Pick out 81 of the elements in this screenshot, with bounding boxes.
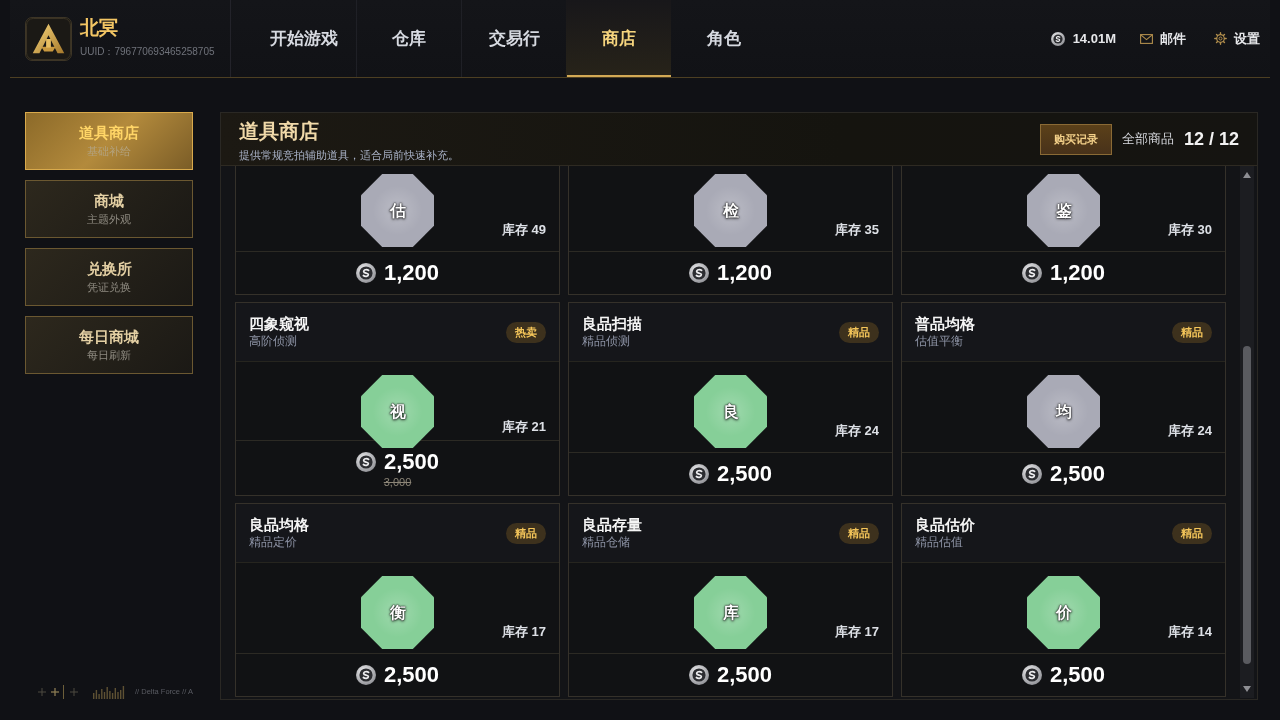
item-tag: 精品 bbox=[839, 523, 879, 544]
coin-icon bbox=[688, 262, 709, 283]
coin-icon bbox=[1050, 31, 1065, 46]
scroll-down-icon bbox=[1243, 686, 1251, 692]
scrollbar-thumb[interactable] bbox=[1243, 346, 1251, 664]
item-description: 估值平衡 bbox=[915, 334, 964, 349]
purchase-history-button[interactable]: 购买记录 bbox=[1039, 123, 1112, 155]
coin-icon bbox=[1021, 262, 1042, 283]
item-name: 四象窥视 bbox=[249, 315, 309, 333]
item-tag: 精品 bbox=[839, 322, 879, 343]
stock-count: 库存 17 bbox=[501, 622, 546, 641]
item-name: 普品均格 bbox=[915, 315, 975, 333]
coin-balance: 14.01M bbox=[1072, 29, 1116, 48]
nav-tab[interactable]: 商店 bbox=[566, 0, 671, 77]
nav-tab[interactable]: 开始游戏 bbox=[251, 0, 356, 77]
stock-count: 库存 24 bbox=[834, 421, 879, 440]
logo-icon bbox=[25, 16, 72, 61]
mail-icon bbox=[1140, 33, 1153, 44]
item-emblem: 估 bbox=[361, 174, 434, 247]
item-emblem: 良 bbox=[694, 375, 767, 448]
coin-icon bbox=[688, 463, 709, 484]
stock-count: 库存 30 bbox=[1167, 220, 1212, 239]
item-count: 12 / 12 bbox=[1183, 127, 1239, 151]
settings-button[interactable]: 设置 bbox=[1214, 28, 1260, 49]
item-price: 2,500 bbox=[1049, 460, 1106, 488]
item-emblem: 价 bbox=[1027, 576, 1100, 649]
item-emblem: 库 bbox=[694, 576, 767, 649]
filter-label: 全部商品 bbox=[1121, 130, 1174, 149]
item-price: 1,200 bbox=[716, 259, 773, 287]
sidebar-item[interactable]: 兑换所 凭证兑换 bbox=[25, 248, 193, 306]
item-name: 良品均格 bbox=[249, 516, 309, 534]
sidebar-item[interactable]: 商城 主题外观 bbox=[25, 180, 193, 238]
coin-icon bbox=[1021, 463, 1042, 484]
item-tag: 精品 bbox=[506, 523, 546, 544]
nav-tab[interactable]: 仓库 bbox=[356, 0, 461, 77]
stock-count: 库存 14 bbox=[1167, 622, 1212, 641]
stock-count: 库存 24 bbox=[1167, 421, 1212, 440]
item-emblem: 鉴 bbox=[1027, 174, 1100, 247]
item-emblem: 衡 bbox=[361, 576, 434, 649]
app-name: 北冥 bbox=[80, 17, 119, 39]
item-tag: 热卖 bbox=[506, 322, 546, 343]
coin-icon bbox=[688, 664, 709, 685]
original-price: 3,000 bbox=[383, 477, 412, 488]
item-tag: 精品 bbox=[1172, 523, 1212, 544]
item-description: 精品估值 bbox=[915, 535, 964, 550]
coin-icon bbox=[355, 664, 376, 685]
panel-description: 提供常规竞拍辅助道具，适合局前快速补充。 bbox=[239, 149, 459, 163]
item-description: 高阶侦测 bbox=[249, 334, 298, 349]
stock-count: 库存 35 bbox=[834, 220, 879, 239]
sidebar-item[interactable]: 每日商城 每日刷新 bbox=[25, 316, 193, 374]
item-emblem: 视 bbox=[361, 375, 434, 448]
item-price: 2,500 bbox=[1049, 661, 1106, 689]
scroll-up-icon bbox=[1243, 172, 1251, 178]
item-tag: 精品 bbox=[1172, 322, 1212, 343]
user-id: UUID：796770693465258705 bbox=[80, 45, 215, 60]
panel-title: 道具商店 bbox=[239, 119, 320, 144]
item-description: 精品侦测 bbox=[582, 334, 631, 349]
item-price: 1,200 bbox=[1049, 259, 1106, 287]
stock-count: 库存 17 bbox=[834, 622, 879, 641]
stock-count: 库存 21 bbox=[501, 417, 546, 436]
item-price: 2,500 bbox=[716, 661, 773, 689]
scrollbar[interactable] bbox=[1240, 166, 1254, 698]
item-emblem: 均 bbox=[1027, 375, 1100, 448]
item-name: 良品估价 bbox=[915, 516, 975, 534]
item-price: 2,500 bbox=[383, 448, 440, 476]
gear-icon bbox=[1214, 32, 1227, 45]
item-name: 良品存量 bbox=[582, 516, 642, 534]
item-emblem: 检 bbox=[694, 174, 767, 247]
item-description: 精品仓储 bbox=[582, 535, 631, 550]
nav-tab[interactable]: 角色 bbox=[671, 0, 776, 77]
coin-icon bbox=[1021, 664, 1042, 685]
item-description: 精品定价 bbox=[249, 535, 298, 550]
mail-button[interactable]: 邮件 bbox=[1140, 28, 1186, 49]
item-price: 2,500 bbox=[383, 661, 440, 689]
mini-bars-icon bbox=[93, 685, 125, 699]
coin-icon bbox=[355, 451, 376, 472]
item-price: 1,200 bbox=[383, 259, 440, 287]
item-name: 良品扫描 bbox=[582, 315, 642, 333]
item-price: 2,500 bbox=[716, 460, 773, 488]
coin-icon bbox=[355, 262, 376, 283]
stock-count: 库存 49 bbox=[501, 220, 546, 239]
